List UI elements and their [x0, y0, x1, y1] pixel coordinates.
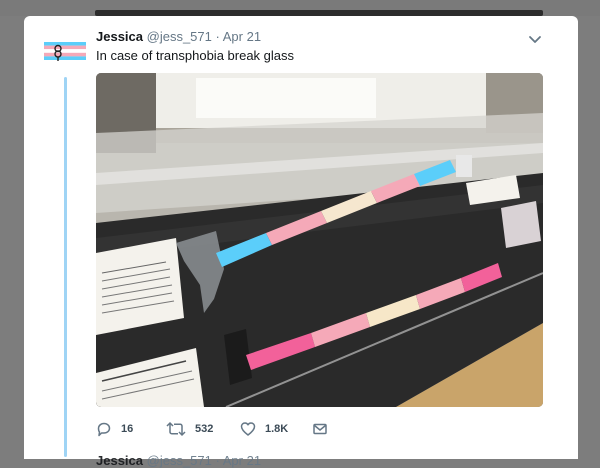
thread-connector-line [64, 77, 67, 457]
next-header-separator: · [215, 453, 220, 468]
header-separator: · [215, 29, 220, 44]
heart-icon [240, 421, 256, 437]
envelope-icon [312, 421, 328, 437]
author-handle[interactable]: @jess_571 [147, 29, 212, 44]
tweet-date[interactable]: Apr 21 [223, 29, 261, 44]
tweet-header: Jessica @jess_571 · Apr 21 [96, 29, 261, 45]
next-author-handle[interactable]: @jess_571 [147, 453, 212, 468]
chevron-down-icon[interactable] [528, 32, 542, 43]
transgender-flag-avatar-icon[interactable] [42, 40, 88, 62]
next-author-name[interactable]: Jessica [96, 453, 143, 468]
retweet-icon [166, 421, 186, 437]
tweet-card: Jessica @jess_571 · Apr 21 In case of tr… [24, 16, 578, 468]
retweet-button[interactable]: 532 [166, 420, 213, 438]
tweet-photo[interactable] [96, 73, 543, 407]
next-tweet-date[interactable]: Apr 21 [223, 453, 261, 468]
top-placard [96, 238, 184, 335]
reply-count: 16 [121, 423, 134, 435]
author-name[interactable]: Jessica [96, 29, 143, 44]
reply-button[interactable]: 16 [96, 420, 133, 438]
like-button[interactable]: 1.8K [240, 420, 288, 438]
reply-icon [96, 421, 112, 437]
direct-message-button[interactable] [312, 420, 328, 438]
next-tweet-header[interactable]: Jessica @jess_571 · Apr 21 [96, 453, 261, 468]
retweet-count: 532 [195, 423, 214, 435]
tweet-text: In case of transphobia break glass [96, 48, 295, 63]
like-count: 1.8K [265, 423, 289, 435]
tweet-action-bar: 16 532 1.8K [96, 420, 396, 438]
